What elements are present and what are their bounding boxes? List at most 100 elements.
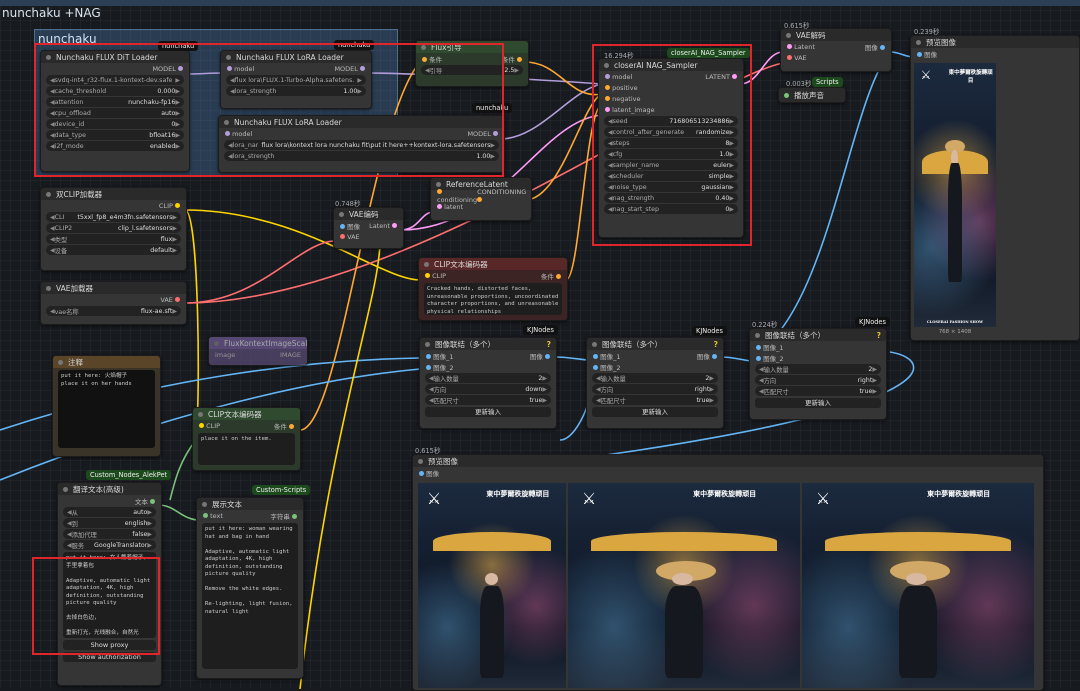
input-socket-icon[interactable] bbox=[756, 345, 761, 350]
widget--[interactable]: ◀ 方向 down ▶ bbox=[425, 384, 551, 394]
input-socket-icon[interactable] bbox=[593, 354, 598, 359]
widget--[interactable]: ◀ 到 english ▶ bbox=[63, 518, 156, 528]
update-inputs-button[interactable]: 更新输入 bbox=[425, 407, 551, 417]
node-play-sound[interactable]: 播放声音 bbox=[778, 87, 846, 103]
top-bar bbox=[0, 0, 1080, 6]
node-preview-top[interactable]: 预览图像 图像 ⚔ 東中夢爾秩旋轉顽目 CLOSERAI FASHION SHO… bbox=[910, 35, 1080, 341]
node-image-concat-2[interactable]: 图像联结（多个）? 图像_1 图像 图像_2 ◀ 输入数量 2 ▶ ◀ 方向 right ▶ ◀ 匹… bbox=[586, 337, 724, 429]
increment-arrow-icon[interactable]: ▶ bbox=[872, 388, 877, 395]
increment-arrow-icon[interactable]: ▶ bbox=[709, 386, 714, 393]
widget--[interactable]: ◀ 添加代理 false ▶ bbox=[63, 529, 156, 539]
help-icon[interactable]: ? bbox=[547, 340, 551, 349]
input-socket-icon[interactable] bbox=[419, 471, 424, 476]
widget--[interactable]: ◀ 输入数量 2 ▶ bbox=[755, 364, 881, 374]
input-socket-icon[interactable] bbox=[437, 189, 442, 194]
output-socket-icon[interactable] bbox=[175, 203, 180, 208]
input-socket-icon[interactable] bbox=[437, 204, 442, 209]
output-socket-icon[interactable] bbox=[392, 223, 397, 228]
input-socket-icon[interactable] bbox=[426, 365, 431, 370]
increment-arrow-icon[interactable]: ▶ bbox=[172, 214, 177, 221]
node-vae-encode[interactable]: VAE编码 图像 Latent VAE bbox=[333, 207, 404, 249]
node-title: CLIP文本编码器 bbox=[208, 409, 262, 419]
increment-arrow-icon[interactable]: ▶ bbox=[147, 531, 152, 538]
input-socket-icon[interactable] bbox=[917, 52, 922, 57]
increment-arrow-icon[interactable]: ▶ bbox=[172, 225, 177, 232]
increment-arrow-icon[interactable]: ▶ bbox=[514, 67, 519, 74]
widget-name: 到 bbox=[71, 520, 78, 528]
node-flux-kontext-image-scale[interactable]: FluxKontextImageScale image IMAGE bbox=[208, 336, 308, 366]
output-socket-icon[interactable] bbox=[150, 499, 155, 504]
node-image-concat-3[interactable]: 图像联结（多个）? 图像_1 图像_2 ◀ 输入数量 2 ▶ ◀ 方向 right ▶ ◀ 匹配尺… bbox=[749, 328, 887, 420]
input-socket-icon[interactable] bbox=[425, 273, 430, 278]
widget--[interactable]: ◀ 匹配尺寸 true ▶ bbox=[755, 386, 881, 396]
output-socket-icon[interactable] bbox=[712, 354, 717, 359]
badge-scripts: Scripts bbox=[812, 77, 843, 87]
preview-image-top[interactable]: ⚔ 東中夢爾秩旋轉顽目 CLOSERAI FASHION SHOW bbox=[914, 63, 996, 327]
widget--[interactable]: ◀ 类型 flux ▶ bbox=[46, 234, 181, 244]
increment-arrow-icon[interactable]: ▶ bbox=[172, 236, 177, 243]
widget--[interactable]: ◀ 匹配尺寸 true ▶ bbox=[425, 395, 551, 405]
preview-image-1[interactable]: ⚔ 東中夢爾秩旋轉顽目 bbox=[418, 483, 566, 688]
widget--[interactable]: ◀ 输入数量 2 ▶ bbox=[425, 373, 551, 383]
input-socket-icon[interactable] bbox=[340, 234, 345, 239]
increment-arrow-icon[interactable]: ▶ bbox=[542, 386, 547, 393]
update-inputs-button[interactable]: 更新输入 bbox=[755, 398, 881, 408]
node-note[interactable]: 注释 put it here: 火焰帽子 place it on her han… bbox=[52, 355, 161, 457]
widget--[interactable]: ◀ 服务 GoogleTranslator ▶ bbox=[63, 540, 156, 550]
input-socket-icon[interactable] bbox=[199, 423, 204, 428]
node-reference-latent[interactable]: ReferenceLatent conditioning CONDITIONING… bbox=[430, 177, 532, 221]
widget--[interactable]: ◀ 输入数量 2 ▶ bbox=[592, 373, 718, 383]
input-socket-icon[interactable] bbox=[203, 513, 208, 518]
output-socket-icon[interactable] bbox=[880, 45, 885, 50]
output-socket-icon[interactable] bbox=[545, 354, 550, 359]
increment-arrow-icon[interactable]: ▶ bbox=[542, 397, 547, 404]
input-socket-icon[interactable] bbox=[340, 224, 345, 229]
output-socket-icon[interactable] bbox=[175, 297, 180, 302]
help-icon[interactable]: ? bbox=[714, 340, 718, 349]
output-socket-icon[interactable] bbox=[292, 514, 297, 519]
update-inputs-button[interactable]: 更新输入 bbox=[592, 407, 718, 417]
prompt-textarea[interactable]: Cracked hands, distorted faces, unreason… bbox=[424, 283, 562, 315]
increment-arrow-icon[interactable]: ▶ bbox=[872, 366, 877, 373]
increment-arrow-icon[interactable]: ▶ bbox=[147, 509, 152, 516]
output-socket-icon[interactable] bbox=[477, 197, 483, 202]
output-socket-icon[interactable] bbox=[289, 424, 294, 429]
input-socket-icon[interactable] bbox=[593, 365, 598, 370]
node-vae-loader[interactable]: VAE加载器 VAE ◀ vae名称 flux-ae.sft ▶ bbox=[40, 281, 187, 325]
increment-arrow-icon[interactable]: ▶ bbox=[172, 308, 177, 315]
input-socket-icon[interactable] bbox=[787, 44, 792, 49]
widget--[interactable]: ◀ 从 auto ▶ bbox=[63, 507, 156, 517]
widget--[interactable]: ◀ 方向 right ▶ bbox=[755, 375, 881, 385]
widget-clip2[interactable]: ◀ CLIP2 clip_l.safetensors ▶ bbox=[46, 223, 181, 233]
input-socket-icon[interactable] bbox=[787, 55, 792, 60]
increment-arrow-icon[interactable]: ▶ bbox=[542, 375, 547, 382]
increment-arrow-icon[interactable]: ▶ bbox=[709, 375, 714, 382]
output-socket-icon[interactable] bbox=[517, 57, 522, 62]
input-socket-icon[interactable] bbox=[426, 354, 431, 359]
node-dual-clip-loader[interactable]: 双CLIP加载器 CLIP ◀ CLI t5xxl_fp8_e4m3fn.safet… bbox=[40, 187, 187, 271]
show-text-textarea[interactable]: put it here: woman wearing hat and bag i… bbox=[202, 523, 298, 669]
preview-image-3[interactable]: ⚔ 東中夢爾秩旋轉顽目 bbox=[802, 483, 1034, 688]
help-icon[interactable]: ? bbox=[877, 331, 881, 340]
increment-arrow-icon[interactable]: ▶ bbox=[147, 520, 152, 527]
increment-arrow-icon[interactable]: ▶ bbox=[709, 397, 714, 404]
widget--[interactable]: ◀ 设备 default ▶ bbox=[46, 245, 181, 255]
widget--[interactable]: ◀ 匹配尺寸 true ▶ bbox=[592, 395, 718, 405]
widget-cli[interactable]: ◀ CLI t5xxl_fp8_e4m3fn.safetensors ▶ bbox=[46, 212, 181, 222]
increment-arrow-icon[interactable]: ▶ bbox=[872, 377, 877, 384]
input-socket-icon[interactable] bbox=[756, 356, 761, 361]
increment-arrow-icon[interactable]: ▶ bbox=[172, 247, 177, 254]
increment-arrow-icon[interactable]: ▶ bbox=[147, 542, 152, 549]
node-show-text[interactable]: 展示文本 text 字符串 put it here: woman wearing … bbox=[196, 497, 304, 679]
node-image-concat-1[interactable]: 图像联结（多个）? 图像_1 图像 图像_2 ◀ 输入数量 2 ▶ ◀ 方向 down ▶ ◀ 匹配… bbox=[419, 337, 557, 429]
prompt-textarea[interactable]: place it on the item. bbox=[198, 433, 295, 465]
output-socket-icon[interactable] bbox=[556, 274, 561, 279]
node-clip-text-positive[interactable]: CLIP文本编码器 CLIP 条件 place it on the item. bbox=[192, 407, 301, 471]
node-preview-bottom[interactable]: 预览图像 图像 ⚔ 東中夢爾秩旋轉顽目 ⚔ 東中夢爾秩旋轉顽目 ⚔ 東中夢爾秩旋轉顽目 bbox=[412, 454, 1044, 691]
node-vae-decode[interactable]: VAE解码 Latent 图像 VAE bbox=[780, 28, 892, 72]
node-clip-text-negative[interactable]: CLIP文本编码器 CLIP 条件 Cracked hands, distorte… bbox=[418, 257, 568, 321]
widget--[interactable]: ◀ 方向 right ▶ bbox=[592, 384, 718, 394]
note-textarea[interactable]: put it here: 火焰帽子 place it on her hands bbox=[58, 370, 155, 448]
widget-vae-[interactable]: ◀ vae名称 flux-ae.sft ▶ bbox=[46, 306, 181, 316]
preview-image-2[interactable]: ⚔ 東中夢爾秩旋轉顽目 bbox=[568, 483, 800, 688]
